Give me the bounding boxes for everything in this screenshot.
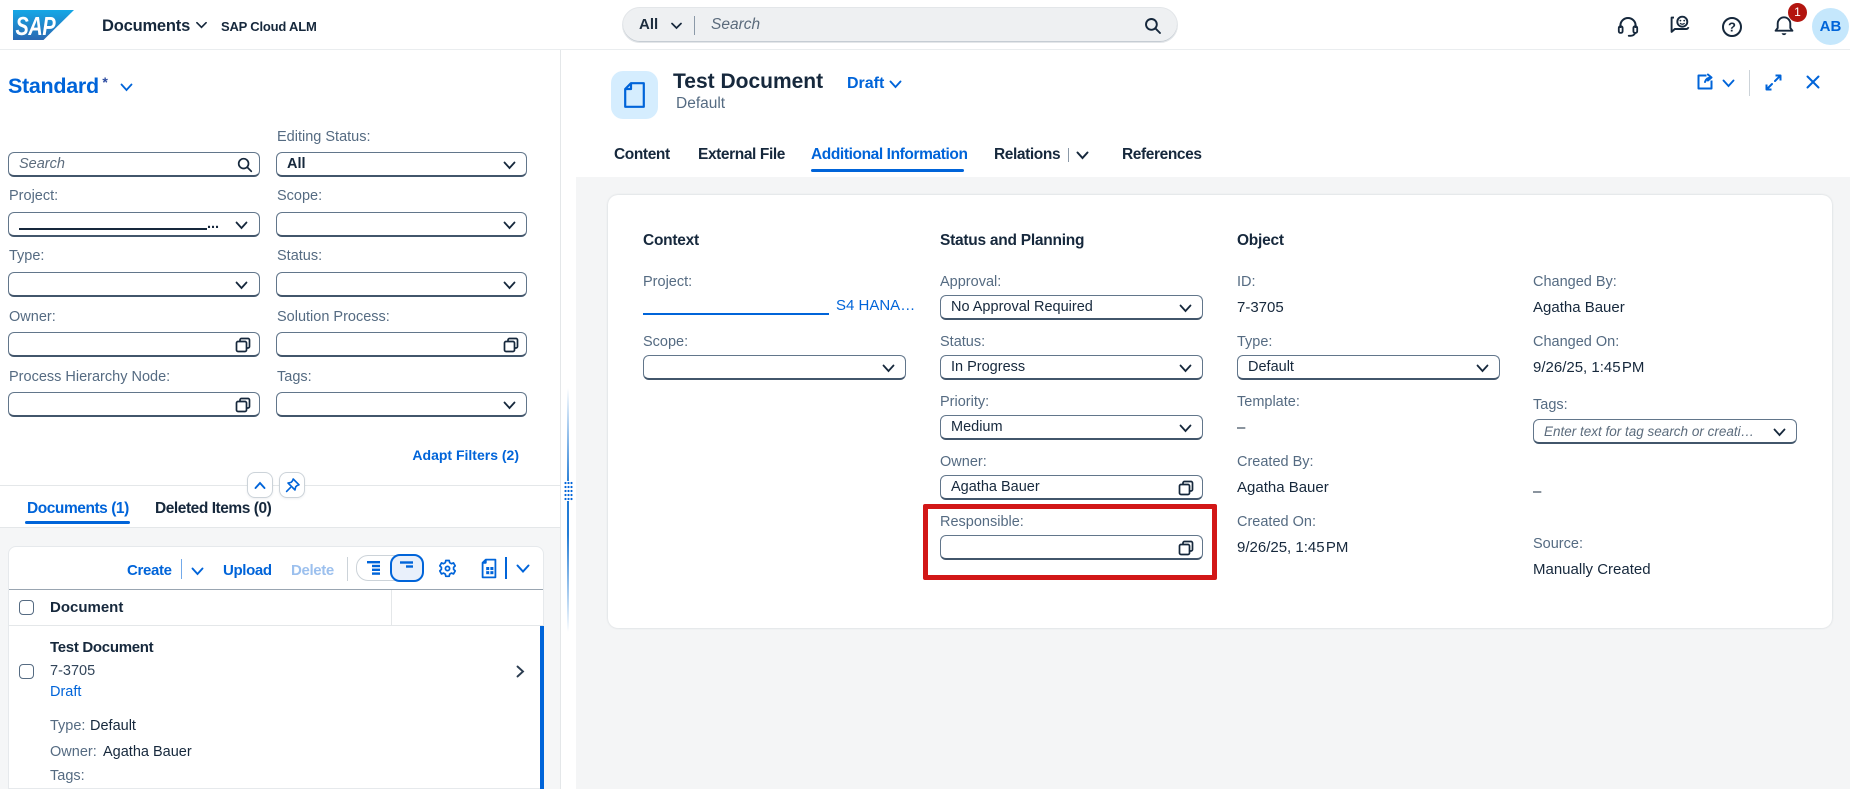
svg-text:SAP: SAP xyxy=(15,12,56,40)
svg-text:?: ? xyxy=(1728,20,1736,35)
